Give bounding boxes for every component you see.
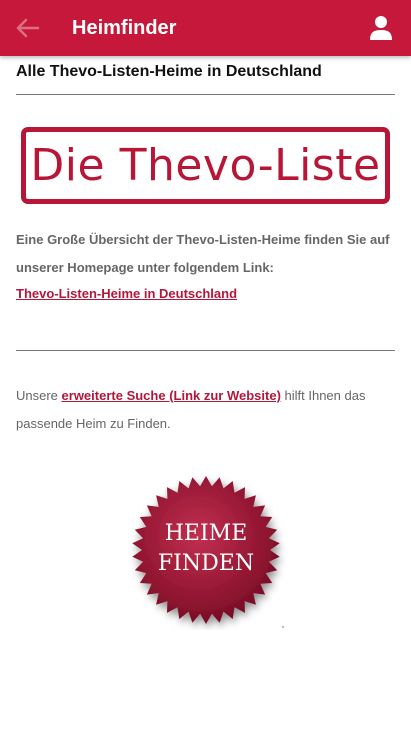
thevo-list-link[interactable]: Thevo-Listen-Heime in Deutschland <box>16 286 237 301</box>
find-homes-seal-button[interactable]: HEIME FINDEN <box>126 470 286 630</box>
extended-search-link[interactable]: erweiterte Suche (Link zur Website) <box>62 388 281 403</box>
decorative-dot <box>282 626 284 628</box>
search-text: Unsere erweiterte Suche (Link zur Websit… <box>16 382 395 438</box>
arrow-left-icon[interactable] <box>14 16 40 40</box>
seal-label-line2: FINDEN <box>158 551 254 576</box>
seal-starburst <box>132 476 280 624</box>
intro-text: Eine Große Übersicht der Thevo-Listen-He… <box>16 232 390 275</box>
divider <box>16 350 395 351</box>
search-text-prefix: Unsere <box>16 388 62 403</box>
logo-text: Die Thevo-Liste <box>30 140 381 191</box>
thevo-logo: Die Thevo-Liste <box>21 127 390 204</box>
page-title: Heimfinder <box>72 17 177 39</box>
section-heading: Alle Thevo-Listen-Heime in Deutschland <box>16 63 322 80</box>
app-bar: Heimfinder <box>0 0 411 56</box>
seal-label-line1: HEIME <box>165 521 248 546</box>
divider <box>16 94 395 95</box>
user-icon[interactable] <box>369 15 393 41</box>
list-link-line: Thevo-Listen-Heime in Deutschland <box>16 286 237 301</box>
